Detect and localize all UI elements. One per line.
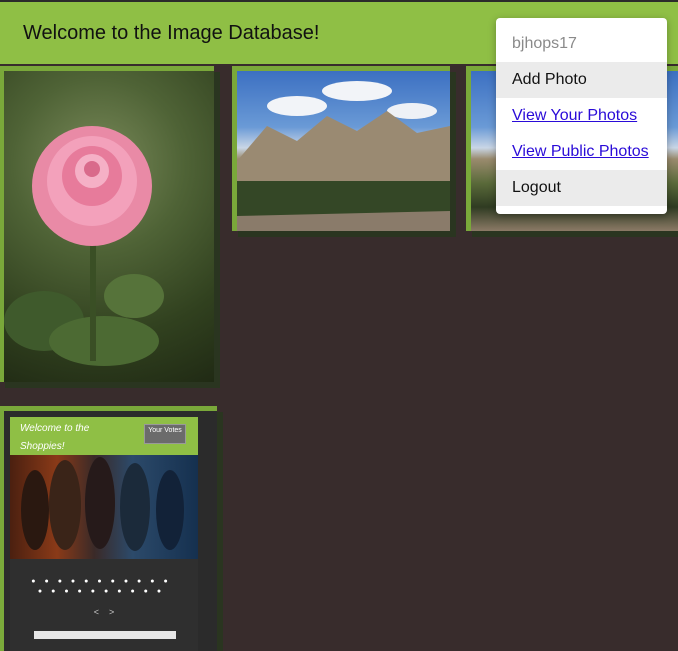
photo-tile-rose[interactable] xyxy=(0,66,214,382)
menu-logout[interactable]: Logout xyxy=(496,170,667,206)
photo-tile-mountain-1[interactable] xyxy=(232,66,450,231)
mountain-photo xyxy=(237,71,450,231)
shoppies-heading: Welcome to the Shoppies! xyxy=(20,423,90,452)
photo-tile-shoppies[interactable]: Welcome to the Shoppies! Your Votes ●●●●… xyxy=(0,406,217,651)
menu-add-photo[interactable]: Add Photo xyxy=(496,62,667,98)
your-votes-button: Your Votes xyxy=(144,424,186,444)
shoppies-header: Welcome to the Shoppies! Your Votes xyxy=(10,417,198,455)
pagination-arrows: < > xyxy=(10,607,198,617)
page-title: Welcome to the Image Database! xyxy=(23,22,320,44)
menu-view-public-photos[interactable]: View Public Photos xyxy=(496,134,667,170)
poster-figures xyxy=(21,457,184,551)
menu-username: bjhops17 xyxy=(496,26,667,62)
movie-poster xyxy=(10,455,198,559)
pagination-dots: ●●●●●●●●●●● ●●●●●●●●●● xyxy=(31,578,177,595)
shoppies-footer-bar xyxy=(34,631,176,639)
shoppies-screenshot: Welcome to the Shoppies! Your Votes ●●●●… xyxy=(10,417,198,651)
user-dropdown-menu: bjhops17 Add Photo View Your Photos View… xyxy=(496,18,667,214)
prev-arrow: < xyxy=(93,607,99,617)
next-arrow: > xyxy=(109,607,115,617)
rose-photo xyxy=(4,71,214,382)
rose-image xyxy=(4,126,164,366)
menu-view-your-photos[interactable]: View Your Photos xyxy=(496,98,667,134)
mountain-image xyxy=(237,81,450,231)
